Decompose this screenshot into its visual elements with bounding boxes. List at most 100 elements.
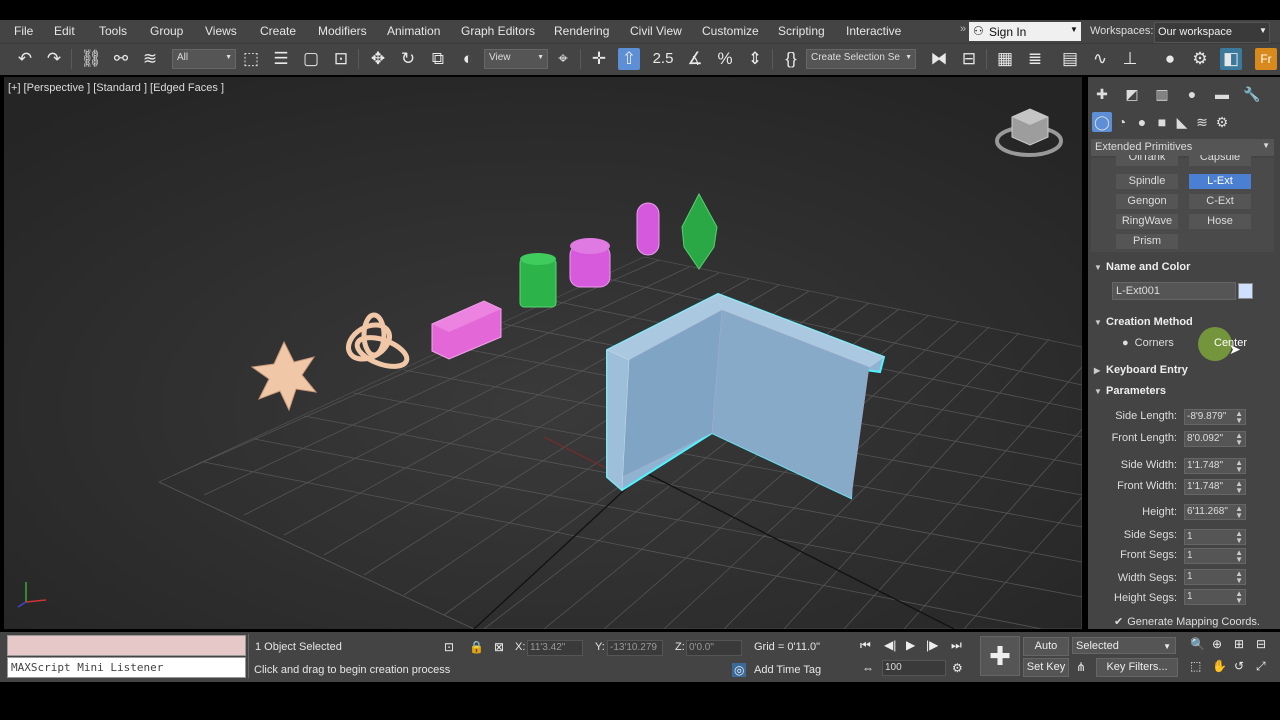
align-icon[interactable]: ⊟ bbox=[958, 48, 980, 70]
auto-key-button[interactable]: Auto Key bbox=[1023, 637, 1069, 669]
mirror-icon[interactable]: ⧓ bbox=[928, 48, 950, 70]
menu-edit[interactable]: Edit bbox=[54, 24, 75, 38]
next-frame-icon[interactable]: |▶ bbox=[926, 638, 938, 652]
zoom-extents-icon[interactable]: ⊞ bbox=[1234, 637, 1244, 651]
systems-icon[interactable]: ⚙ bbox=[1212, 112, 1232, 132]
time-configuration-icon[interactable]: ⚙ bbox=[952, 661, 963, 675]
y-coordinate-field[interactable]: -13'10.279 bbox=[607, 640, 663, 656]
curve-editor-icon[interactable]: ∿ bbox=[1089, 48, 1111, 70]
key-filters-button[interactable]: Key Filters... bbox=[1096, 658, 1178, 677]
spinner-arrows-icon[interactable]: ▲ ▼ bbox=[1235, 459, 1243, 474]
object-category-dropdown[interactable]: Extended Primitives ▼ bbox=[1091, 139, 1274, 156]
maximize-viewport-icon[interactable]: ⤢ bbox=[1256, 659, 1266, 674]
named-selection-set-dropdown[interactable]: Create Selection Se ▼ bbox=[806, 49, 916, 69]
render-production-icon[interactable]: Fr bbox=[1255, 48, 1277, 70]
previous-frame-icon[interactable]: ◀| bbox=[884, 638, 896, 652]
menu-animation[interactable]: Animation bbox=[387, 24, 440, 38]
object-type-oiltank[interactable]: OilTank bbox=[1116, 155, 1178, 166]
corners-radio[interactable]: ● Corners bbox=[1122, 337, 1174, 349]
absolute-mode-icon[interactable]: ⊠ bbox=[494, 640, 504, 654]
isolate-selection-icon[interactable]: ⊡ bbox=[444, 640, 454, 654]
bind-space-warp-icon[interactable]: ≋ bbox=[139, 48, 161, 70]
name-color-rollout-header[interactable]: ▼ Name and Color bbox=[1094, 261, 1190, 273]
spindle-object[interactable] bbox=[636, 202, 660, 256]
spinner-arrows-icon[interactable]: ▲ ▼ bbox=[1235, 570, 1243, 585]
spinner-arrows-icon[interactable]: ▲ ▼ bbox=[1235, 432, 1243, 447]
menu-graph-editors[interactable]: Graph Editors bbox=[461, 24, 535, 38]
object-type-spindle[interactable]: Spindle bbox=[1116, 174, 1178, 189]
capsule-object[interactable] bbox=[569, 238, 611, 288]
menu-rendering[interactable]: Rendering bbox=[554, 24, 609, 38]
lights-icon[interactable]: ● bbox=[1132, 112, 1152, 132]
field-of-view-icon[interactable]: ⬚ bbox=[1190, 659, 1201, 673]
link-icon[interactable]: ⛓ bbox=[80, 48, 102, 70]
side-length-spinner[interactable]: -8'9.879" ▲ ▼ bbox=[1184, 409, 1246, 425]
shapes-icon[interactable]: ◔ bbox=[1112, 112, 1132, 132]
object-type-l-ext[interactable]: L-Ext bbox=[1189, 174, 1251, 189]
zoom-extents-all-icon[interactable]: ⊟ bbox=[1256, 637, 1266, 651]
ribbon-toggle-icon[interactable]: ▤ bbox=[1059, 48, 1081, 70]
select-by-name-icon[interactable]: ☰ bbox=[270, 48, 292, 70]
object-type-c-ext[interactable]: C-Ext bbox=[1189, 194, 1251, 209]
viewport-display-menu[interactable]: [Edged Faces ] bbox=[150, 82, 224, 94]
play-icon[interactable]: ▶ bbox=[906, 638, 915, 652]
menu-interactive[interactable]: Interactive bbox=[846, 24, 901, 38]
object-type-hose[interactable]: Hose bbox=[1189, 214, 1251, 229]
add-time-tag-button[interactable]: Add Time Tag bbox=[754, 664, 821, 676]
sign-in-dropdown[interactable]: ⚇ Sign In ▼ bbox=[969, 22, 1081, 41]
object-type-prism[interactable]: Prism bbox=[1116, 234, 1178, 249]
viewport-shading-menu[interactable]: [Standard ] bbox=[93, 82, 147, 94]
render-setup-icon[interactable]: ⚙ bbox=[1189, 48, 1211, 70]
spinner-arrows-icon[interactable]: ▲ ▼ bbox=[1235, 549, 1243, 564]
keyboard-shortcut-override-icon[interactable]: ⇧ bbox=[618, 48, 640, 70]
menu-customize[interactable]: Customize bbox=[702, 24, 759, 38]
space-warps-icon[interactable]: ≋ bbox=[1192, 112, 1212, 132]
window-crossing-icon[interactable]: ⊡ bbox=[330, 48, 352, 70]
creation-method-rollout-header[interactable]: ▼ Creation Method bbox=[1094, 316, 1193, 328]
maxscript-output-field[interactable] bbox=[7, 635, 246, 656]
selection-lock-icon[interactable]: 🔒 bbox=[469, 640, 484, 654]
current-frame-field[interactable]: 100 bbox=[882, 660, 946, 676]
select-object-icon[interactable]: ⬚ bbox=[240, 48, 262, 70]
side-width-spinner[interactable]: 1'1.748" ▲ ▼ bbox=[1184, 458, 1246, 474]
object-type-gengon[interactable]: Gengon bbox=[1116, 194, 1178, 209]
menu-file[interactable]: File bbox=[14, 24, 33, 38]
pivot-center-icon[interactable]: ⌖ bbox=[552, 48, 574, 70]
cylinder-object[interactable] bbox=[519, 253, 557, 308]
workspace-dropdown[interactable]: Our workspace ▼ bbox=[1154, 22, 1270, 43]
spinner-arrows-icon[interactable]: ▲ ▼ bbox=[1235, 590, 1243, 605]
spinner-arrows-icon[interactable]: ▲ ▼ bbox=[1235, 410, 1243, 425]
viewport-general-menu[interactable]: [+] bbox=[8, 82, 21, 94]
undo-icon[interactable]: ↶ bbox=[14, 48, 36, 70]
scale-icon[interactable]: ⧉ bbox=[427, 48, 449, 70]
time-tag-icon[interactable]: ◎ bbox=[732, 663, 747, 677]
pan-icon[interactable]: ✋ bbox=[1212, 659, 1227, 673]
go-to-end-icon[interactable]: ⏭ bbox=[951, 638, 962, 653]
redo-icon[interactable]: ↷ bbox=[43, 48, 65, 70]
menu-scripting[interactable]: Scripting bbox=[778, 24, 825, 38]
selection-filter-dropdown[interactable]: All ▼ bbox=[172, 49, 236, 69]
create-tab-icon[interactable]: ✚ bbox=[1092, 84, 1112, 104]
perspective-viewport[interactable]: [+] [Perspective ] [Standard ] [Edged Faces… bbox=[4, 77, 1082, 629]
rendered-frame-window-icon[interactable]: ◧ bbox=[1220, 48, 1242, 70]
side-segs-spinner[interactable]: 1 ▲ ▼ bbox=[1184, 529, 1246, 545]
default-tangents-icon[interactable]: ⋔ bbox=[1076, 660, 1086, 674]
viewport-label[interactable]: [+] [Perspective ] [Standard ] [Edged Faces… bbox=[8, 82, 227, 94]
object-type-capsule[interactable]: Capsule bbox=[1189, 155, 1251, 166]
set-key-big-button[interactable]: ✚ bbox=[980, 636, 1020, 676]
angle-snap-icon[interactable]: ∡ bbox=[684, 48, 706, 70]
front-length-spinner[interactable]: 8'0.092" ▲ ▼ bbox=[1184, 431, 1246, 447]
go-to-start-icon[interactable]: ⏮ bbox=[860, 638, 871, 653]
object-color-swatch[interactable] bbox=[1238, 283, 1253, 299]
menu-modifiers[interactable]: Modifiers bbox=[318, 24, 367, 38]
motion-tab-icon[interactable]: ● bbox=[1182, 84, 1202, 104]
spinner-snap-icon[interactable]: ⇕ bbox=[744, 48, 766, 70]
material-editor-icon[interactable]: ● bbox=[1159, 48, 1181, 70]
menu-civil-view[interactable]: Civil View bbox=[630, 24, 682, 38]
scene-explorer-icon[interactable]: ▦ bbox=[994, 48, 1016, 70]
x-coordinate-field[interactable]: 11'3.42" bbox=[527, 640, 583, 656]
viewport-point-of-view-menu[interactable]: [Perspective ] bbox=[24, 82, 91, 94]
maxscript-listener-input[interactable]: MAXScript Mini Listener bbox=[7, 657, 246, 678]
placement-icon[interactable]: ◐ bbox=[457, 48, 479, 70]
move-icon[interactable]: ✥ bbox=[367, 48, 389, 70]
